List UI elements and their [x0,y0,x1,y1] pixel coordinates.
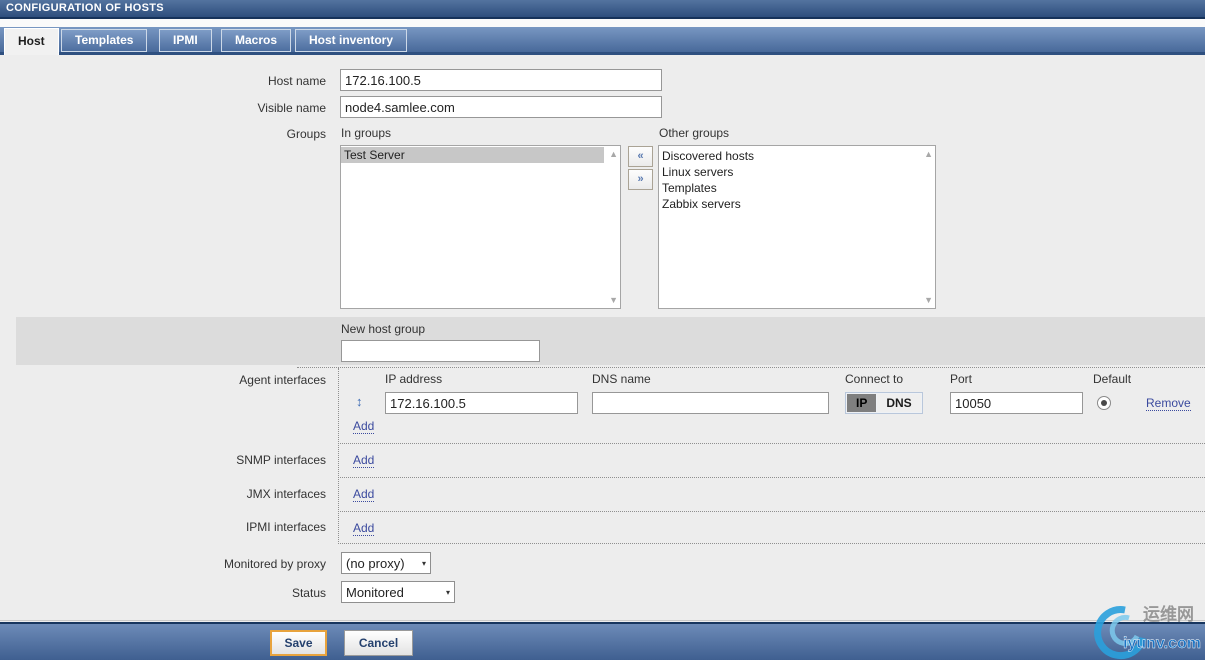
snmp-add-link[interactable]: Add [353,453,375,468]
agent-port-input[interactable] [950,392,1083,414]
ipmi-interfaces-label: IPMI interfaces [245,520,326,534]
scroll-down-icon[interactable]: ▼ [609,295,618,305]
header-divider [0,19,1205,27]
visible-name-label: Visible name [257,101,326,115]
move-to-other-groups-button[interactable]: » [628,169,653,190]
host-name-label: Host name [267,74,326,88]
in-groups-listbox[interactable]: Test Server ▲ ▼ [340,145,621,309]
jmx-interfaces-label: JMX interfaces [246,487,326,501]
save-button[interactable]: Save [270,630,327,656]
list-item[interactable]: Discovered hosts [659,148,919,164]
groups-label: Groups [286,127,326,141]
page-header: CONFIGURATION OF HOSTS [0,0,1205,19]
new-host-group-band [16,317,1205,365]
other-groups-caption: Other groups [659,126,730,140]
footer-bar [0,622,1205,660]
agent-ip-input[interactable] [385,392,578,414]
ipmi-add-link[interactable]: Add [353,521,375,536]
move-to-in-groups-button[interactable]: « [628,146,653,167]
zabbix-host-configuration-page: CONFIGURATION OF HOSTS Host Templates IP… [0,0,1205,660]
status-select-value: Monitored [346,584,404,600]
row-divider [338,543,1205,544]
status-label: Status [291,586,326,600]
col-connect-to: Connect to [845,372,904,386]
in-groups-caption: In groups [341,126,392,140]
row-divider [338,511,1205,512]
col-default: Default [1093,372,1132,386]
agent-add-link[interactable]: Add [353,419,375,434]
connect-dns-button[interactable]: DNS [877,394,921,412]
page-title: CONFIGURATION OF HOSTS [6,2,164,14]
proxy-select[interactable]: (no proxy) ▾ [341,552,431,574]
chevron-down-icon: ▾ [445,587,450,597]
new-host-group-label: New host group [341,322,426,336]
jmx-add-link[interactable]: Add [353,487,375,502]
interfaces-left-divider [338,368,339,544]
tab-macros[interactable]: Macros [221,29,292,52]
row-divider [338,443,1205,444]
new-host-group-input[interactable] [341,340,540,362]
tab-ipmi[interactable]: IPMI [159,29,212,52]
host-name-input[interactable] [340,69,662,91]
chevron-down-icon: ▾ [421,558,426,568]
list-item[interactable]: Test Server [341,147,604,163]
default-interface-radio[interactable] [1097,396,1111,410]
list-item[interactable]: Templates [659,180,919,196]
connect-ip-button[interactable]: IP [847,394,877,412]
agent-dns-input[interactable] [592,392,829,414]
watermark-cn-text: 运维网 [1143,604,1194,624]
agent-interfaces-label: Agent interfaces [239,373,326,387]
snmp-interfaces-label: SNMP interfaces [236,453,326,467]
proxy-select-value: (no proxy) [346,555,405,571]
connect-to-toggle: IP DNS [845,392,923,414]
col-port: Port [950,372,973,386]
visible-name-input[interactable] [340,96,662,118]
interfaces-top-divider [297,367,1205,368]
tab-templates[interactable]: Templates [61,29,148,52]
scroll-up-icon[interactable]: ▲ [924,149,933,159]
scroll-up-icon[interactable]: ▲ [609,149,618,159]
other-groups-listbox[interactable]: Discovered hosts Linux servers Templates… [658,145,936,309]
drag-handle-icon[interactable]: ↕ [356,394,363,409]
cancel-button[interactable]: Cancel [344,630,413,656]
scroll-down-icon[interactable]: ▼ [924,295,933,305]
row-divider [338,477,1205,478]
monitored-by-proxy-label: Monitored by proxy [223,557,326,571]
remove-interface-link[interactable]: Remove [1146,396,1191,411]
tab-host[interactable]: Host [4,28,59,55]
footer-divider [0,620,1205,621]
list-item[interactable]: Linux servers [659,164,919,180]
list-item[interactable]: Zabbix servers [659,196,919,212]
status-select[interactable]: Monitored ▾ [341,581,455,603]
tab-host-inventory[interactable]: Host inventory [295,29,408,52]
col-dns-name: DNS name [592,372,651,386]
col-ip-address: IP address [385,372,443,386]
